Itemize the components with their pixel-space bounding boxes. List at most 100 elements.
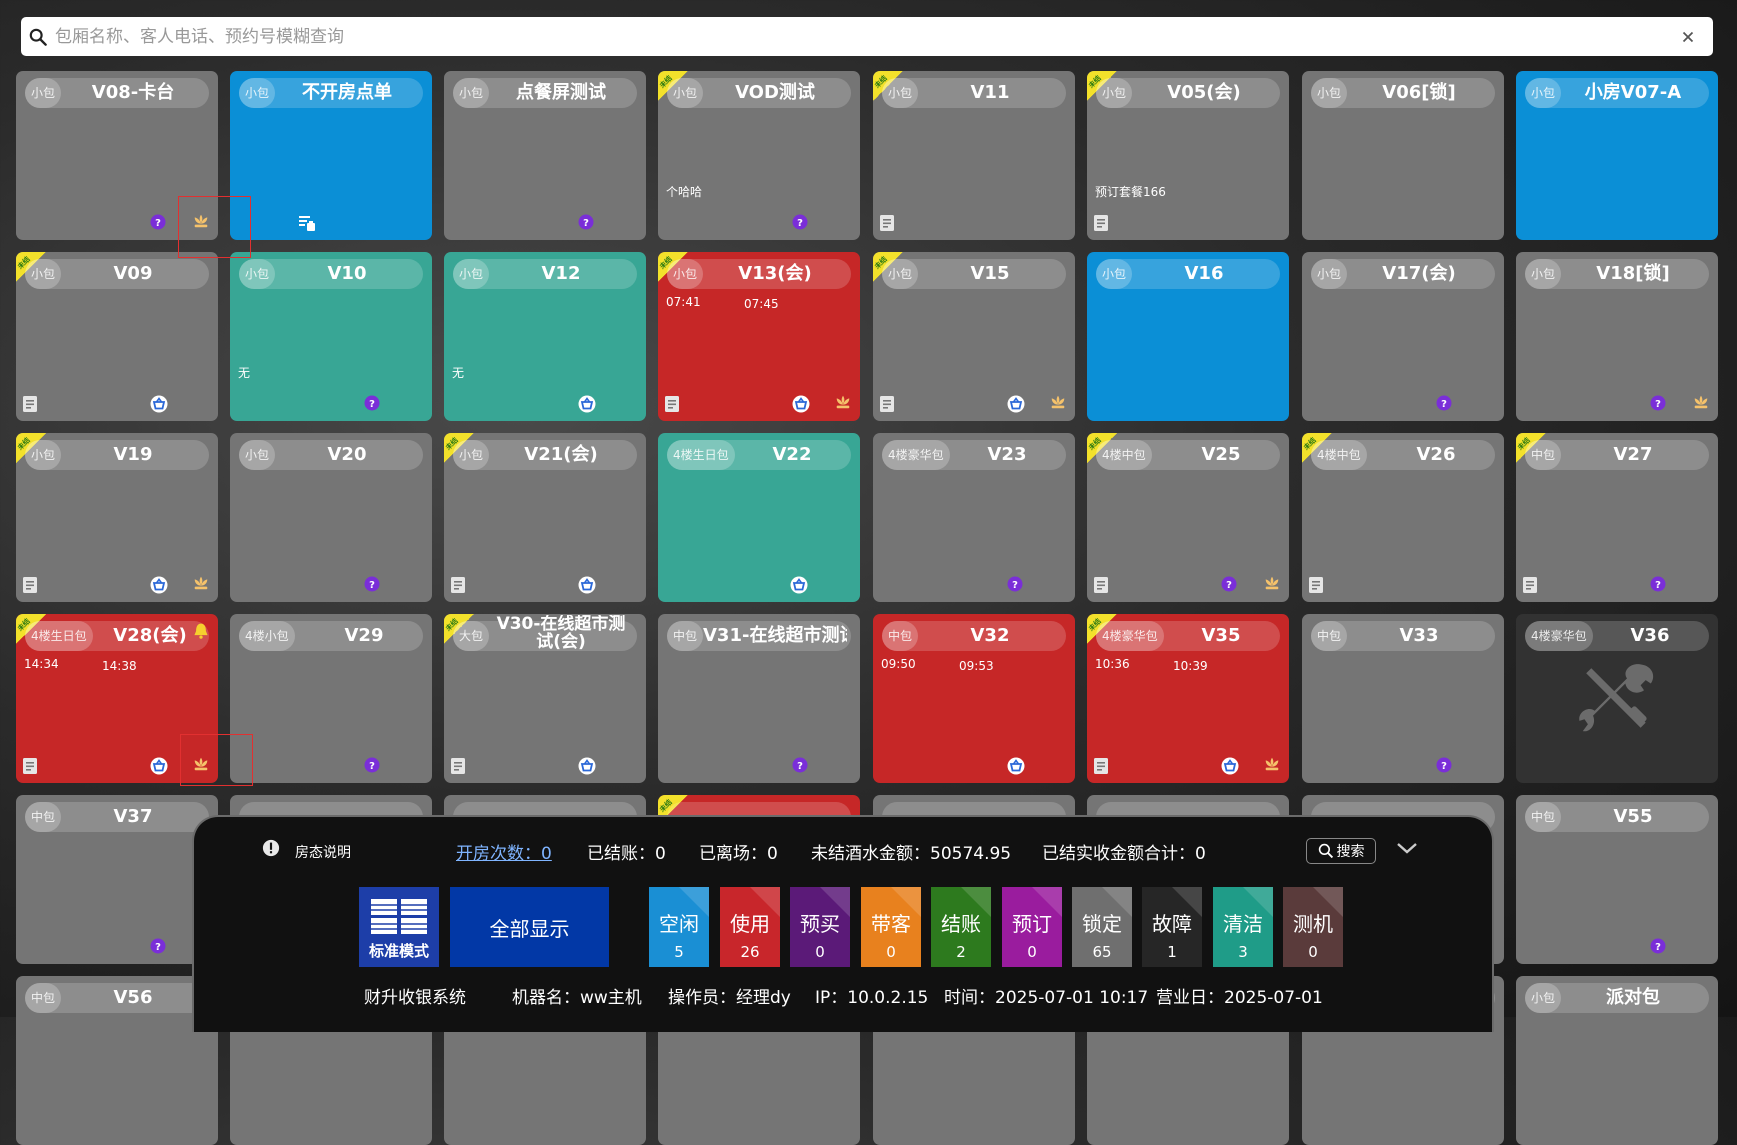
shopping-basket-icon [1007, 757, 1025, 775]
question-badge-icon: ? [1650, 576, 1668, 594]
status-count: 65 [1092, 943, 1112, 961]
room-card[interactable]: 未结 小包 V21(会) [444, 433, 646, 602]
room-header: 小包 V21(会) [453, 440, 637, 470]
bell-icon[interactable] [192, 622, 210, 640]
room-card[interactable]: 中包 V56 [16, 976, 218, 1145]
room-card[interactable]: 中包 V33? [1302, 614, 1504, 783]
show-all-button[interactable]: 全部显示 [450, 887, 609, 967]
start-time: 07:45 [744, 297, 779, 311]
room-card[interactable]: 未结 小包 V19 [16, 433, 218, 602]
svg-text:?: ? [1655, 942, 1661, 953]
room-type-badge: 小包 [1096, 259, 1133, 289]
room-header: 小包 V11 [882, 78, 1066, 108]
status-filter-tile[interactable]: 空闲 5 [649, 887, 709, 967]
room-type-badge: 4楼生日包 [667, 440, 735, 470]
status-filter-tile[interactable]: 预买 0 [790, 887, 850, 967]
status-filter-tile[interactable]: 测机 0 [1283, 887, 1343, 967]
room-card[interactable]: 中包 V37? [16, 795, 218, 964]
room-card[interactable]: 未结 中包 V27? [1516, 433, 1718, 602]
room-name: 点餐屏测试 [516, 82, 606, 103]
receipt-icon [663, 395, 681, 413]
room-card[interactable]: 未结 4楼中包 V26 [1302, 433, 1504, 602]
open-time: 07:41 [666, 295, 701, 309]
room-card[interactable]: 4楼小包 V29? [230, 614, 432, 783]
room-name: V10 [327, 263, 367, 284]
room-type-badge: 小包 [453, 440, 490, 470]
open-time: 09:50 [881, 657, 916, 671]
room-card[interactable]: 小包 V20? [230, 433, 432, 602]
room-header: 中包 V31-在线超市测试 [667, 621, 851, 651]
room-type-badge: 小包 [25, 440, 62, 470]
room-header: 4楼豪华包 V35 [1096, 621, 1280, 651]
question-badge-icon: ? [150, 214, 168, 232]
status-filter-tile[interactable]: 故障 1 [1142, 887, 1202, 967]
status-filter-tile[interactable]: 使用 26 [720, 887, 780, 967]
flower-icon [1263, 755, 1281, 773]
start-time: 14:38 [102, 659, 137, 673]
room-note: 预订套餐166 [1095, 185, 1166, 199]
question-badge-icon: ? [578, 214, 596, 232]
room-card[interactable]: 未结 小包 V15 [873, 252, 1075, 421]
open-count-link[interactable]: 开房次数：0 [456, 839, 552, 864]
show-all-label: 全部显示 [489, 916, 570, 941]
room-header: 小包 V16 [1096, 259, 1280, 289]
room-card[interactable]: 小包 小房V07-A [1516, 71, 1718, 240]
room-card[interactable]: 小包 V12 无 [444, 252, 646, 421]
settled-count: 已结账：0 [587, 844, 666, 864]
room-type-badge: 中包 [1311, 621, 1348, 651]
room-card[interactable]: 小包 点餐屏测试? [444, 71, 646, 240]
room-header: 小包 VOD测试 [667, 78, 851, 108]
room-card[interactable]: 4楼豪华包 V23? [873, 433, 1075, 602]
room-card[interactable]: 小包 V06[锁] [1302, 71, 1504, 240]
room-card[interactable]: 未结 小包 V05(会) 预订套餐166 [1087, 71, 1289, 240]
status-filter-tile[interactable]: 锁定 65 [1072, 887, 1132, 967]
room-card[interactable]: 中包 V55? [1516, 795, 1718, 964]
info-icon [262, 839, 280, 857]
shopping-basket-icon [150, 576, 168, 594]
room-card[interactable]: 未结 小包 V09 [16, 252, 218, 421]
room-card[interactable]: 未结 4楼中包 V25? [1087, 433, 1289, 602]
room-name: V55 [1613, 806, 1653, 827]
question-badge-icon: ? [792, 757, 810, 775]
room-card[interactable]: 未结 小包 VOD测试 个哈哈? [658, 71, 860, 240]
room-card[interactable]: 小包 V10 无? [230, 252, 432, 421]
room-card[interactable]: 4楼豪华包 V36 [1516, 614, 1718, 783]
status-filter-tile[interactable]: 清洁 3 [1213, 887, 1273, 967]
room-card[interactable]: 小包 V17(会)? [1302, 252, 1504, 421]
room-card[interactable]: 未结 小包 V13(会) 07:41 07:45 [658, 252, 860, 421]
room-card[interactable]: 小包 V18[锁]? [1516, 252, 1718, 421]
search-button[interactable]: 搜索 [1306, 838, 1376, 864]
room-name: V06[锁] [1382, 82, 1456, 103]
room-card[interactable]: 中包 V31-在线超市测试? [658, 614, 860, 783]
room-name: V27 [1613, 444, 1653, 465]
svg-text:?: ? [583, 218, 589, 229]
current-time: 时间：2025-07-01 10:17 [944, 988, 1149, 1008]
start-time: 09:53 [959, 659, 994, 673]
room-card[interactable]: 小包 派对包 [1516, 976, 1718, 1145]
receipt-icon [1092, 757, 1110, 775]
chevron-down-icon[interactable] [1395, 839, 1419, 857]
room-header: 4楼豪华包 V36 [1525, 621, 1709, 651]
status-filter-tile[interactable]: 预订 0 [1002, 887, 1062, 967]
status-filter-tile[interactable]: 结账 2 [931, 887, 991, 967]
room-card[interactable]: 未结 大包 V30-在线超市测试(会) [444, 614, 646, 783]
room-header: 4楼生日包 V22 [667, 440, 851, 470]
room-card[interactable]: 小包 V16 [1087, 252, 1289, 421]
machine-name: 机器名：ww主机 [512, 988, 642, 1008]
room-type-badge: 中包 [1525, 802, 1562, 832]
order-service-icon [298, 214, 316, 232]
room-card[interactable]: 4楼生日包 V22 [658, 433, 860, 602]
room-header: 4楼豪华包 V23 [882, 440, 1066, 470]
room-header: 小包 V05(会) [1096, 78, 1280, 108]
question-badge-icon: ? [364, 576, 382, 594]
room-name: V26 [1416, 444, 1456, 465]
room-status-legend-label[interactable]: 房态说明 [295, 842, 351, 862]
room-card[interactable]: 中包 V32 09:50 09:53 [873, 614, 1075, 783]
room-card[interactable]: 小包 不开房点单 [230, 71, 432, 240]
room-card[interactable]: 未结 4楼豪华包 V35 10:36 10:39 [1087, 614, 1289, 783]
status-count: 0 [1308, 943, 1318, 961]
status-filter-tile[interactable]: 带客 0 [861, 887, 921, 967]
room-card[interactable]: 未结 小包 V11 [873, 71, 1075, 240]
room-name: V30-在线超市测试(会) [496, 615, 626, 652]
standard-mode-button[interactable]: 标准模式 [359, 887, 439, 967]
